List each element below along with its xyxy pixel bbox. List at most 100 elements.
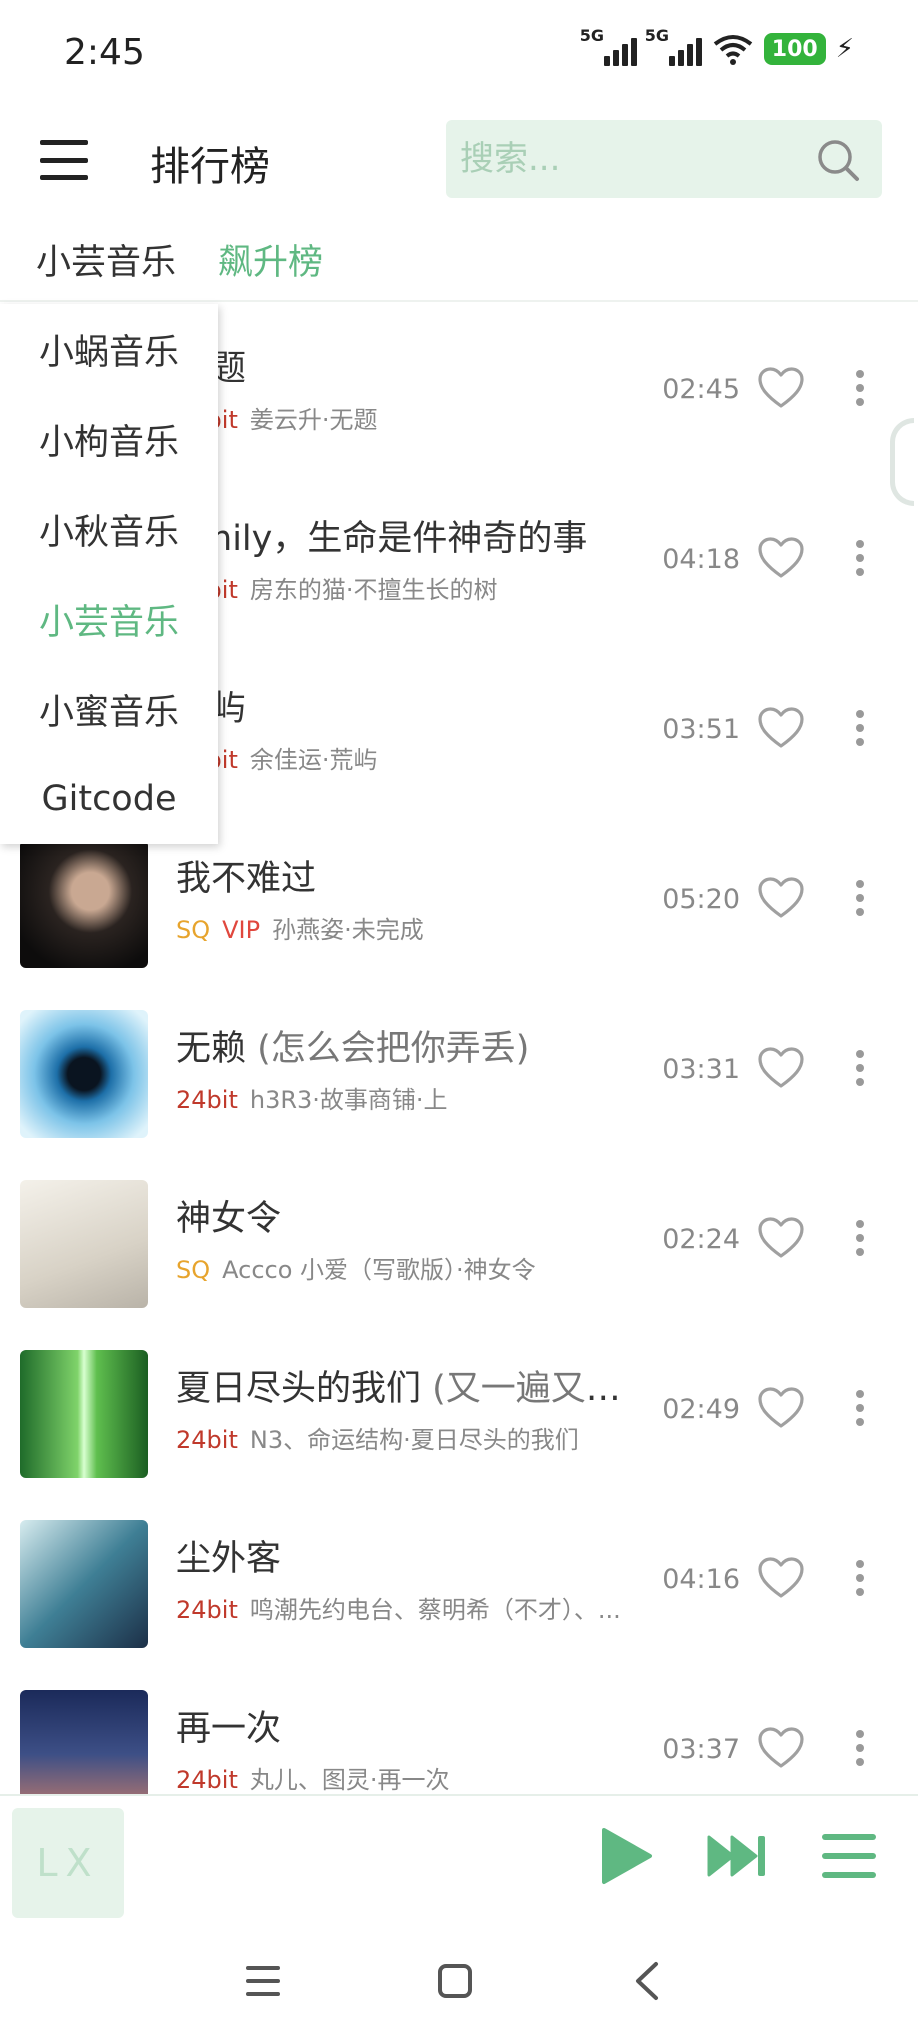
- cellular-signal-icon: 5G: [645, 26, 702, 66]
- song-meta: 24bit 丸儿、图灵·再一次: [176, 1760, 450, 1794]
- page-title: 排行榜: [150, 144, 270, 190]
- album-cover: [20, 1520, 148, 1648]
- artist-album: Accco 小爱（写歌版）·神女令: [222, 1256, 536, 1284]
- source-option[interactable]: 小蜗音乐: [0, 304, 218, 394]
- artist-album: 房东的猫·不擅生长的树: [249, 576, 498, 604]
- more-options-icon[interactable]: [854, 710, 866, 746]
- song-duration: 02:24: [662, 1224, 740, 1255]
- player-bar: LX: [0, 1794, 918, 1922]
- song-title: Emily，生命是件神奇的事: [176, 519, 588, 559]
- song-meta: SQ VIP 孙燕姿·未完成: [176, 910, 424, 945]
- song-row[interactable]: 夏日尽头的我们 (又一遍又一遍) 24bit N3、命运结构·夏日尽头的我们 02:4…: [0, 1324, 918, 1494]
- song-duration: 05:20: [662, 884, 740, 915]
- song-duration: 02:45: [662, 374, 740, 405]
- album-cover: [20, 1010, 148, 1138]
- heart-icon[interactable]: [757, 876, 805, 920]
- song-meta: 24bit h3R3·故事商铺·上: [176, 1080, 448, 1115]
- song-duration: 03:51: [662, 714, 740, 745]
- heart-icon[interactable]: [757, 1556, 805, 1600]
- more-options-icon[interactable]: [854, 540, 866, 576]
- song-title: 我不难过: [176, 859, 317, 899]
- album-cover: [20, 1350, 148, 1478]
- artist-album: 余佳运·荒屿: [249, 746, 378, 774]
- artist-album: h3R3·故事商铺·上: [249, 1086, 448, 1114]
- search-box[interactable]: [446, 120, 882, 198]
- heart-icon[interactable]: [757, 1726, 805, 1770]
- source-option[interactable]: 小枸音乐: [0, 394, 218, 484]
- song-meta: 24bit房东的猫·不擅生长的树: [176, 570, 498, 605]
- artist-album: 丸儿、图灵·再一次: [249, 1766, 450, 1794]
- playlist-icon[interactable]: [822, 1834, 876, 1878]
- more-options-icon[interactable]: [854, 1390, 866, 1426]
- status-bar: 2:45 5G 5G 100 ⚡: [0, 0, 918, 110]
- heart-icon[interactable]: [757, 1046, 805, 1090]
- song-title: 再一次: [176, 1709, 282, 1749]
- quality-badge: 24bit: [176, 1426, 238, 1454]
- home-icon[interactable]: [438, 1964, 472, 1998]
- search-icon[interactable]: [816, 138, 860, 182]
- song-duration: 02:49: [662, 1394, 740, 1425]
- back-icon[interactable]: [630, 1960, 664, 2002]
- song-title: 无赖 (怎么会把你弄丢): [176, 1029, 530, 1069]
- quality-badge: 24bit: [176, 1766, 238, 1794]
- charging-icon: ⚡: [835, 34, 854, 64]
- app-logo[interactable]: LX: [12, 1808, 124, 1918]
- song-row[interactable]: 尘外客 24bit 鸣潮先约电台、蔡明希（不才）、... 04:16: [0, 1494, 918, 1664]
- heart-icon[interactable]: [757, 366, 805, 410]
- system-nav-bar: [0, 1922, 918, 2041]
- song-meta: SQ Accco 小爱（写歌版）·神女令: [176, 1250, 536, 1285]
- song-duration: 04:16: [662, 1564, 740, 1595]
- source-option[interactable]: 小蜜音乐: [0, 664, 218, 754]
- artist-album: 孙燕姿·未完成: [272, 916, 424, 944]
- quality-badge: SQ: [176, 1256, 211, 1284]
- more-options-icon[interactable]: [854, 880, 866, 916]
- heart-icon[interactable]: [757, 706, 805, 750]
- artist-album: 鸣潮先约电台、蔡明希（不才）、...: [249, 1596, 621, 1624]
- source-dropdown: 小蜗音乐 小枸音乐 小秋音乐 小芸音乐 小蜜音乐 Gitcode: [0, 304, 218, 844]
- source-option[interactable]: 小秋音乐: [0, 484, 218, 574]
- song-row[interactable]: 神女令 SQ Accco 小爱（写歌版）·神女令 02:24: [0, 1154, 918, 1324]
- more-options-icon[interactable]: [854, 1050, 866, 1086]
- more-options-icon[interactable]: [854, 370, 866, 406]
- source-option[interactable]: 小芸音乐: [0, 574, 218, 664]
- status-time: 2:45: [64, 32, 145, 73]
- song-row[interactable]: 无赖 (怎么会把你弄丢) 24bit h3R3·故事商铺·上 03:31: [0, 984, 918, 1154]
- heart-icon[interactable]: [757, 1386, 805, 1430]
- wifi-icon: [713, 35, 753, 65]
- song-duration: 03:31: [662, 1054, 740, 1085]
- song-meta: 24bit 鸣潮先约电台、蔡明希（不才）、...: [176, 1590, 621, 1625]
- menu-icon[interactable]: [40, 140, 88, 180]
- next-icon[interactable]: [706, 1832, 768, 1880]
- heart-icon[interactable]: [757, 536, 805, 580]
- play-icon[interactable]: [596, 1826, 654, 1886]
- source-option[interactable]: Gitcode: [0, 754, 218, 844]
- scroll-handle[interactable]: [890, 418, 914, 506]
- cellular-signal-icon: 5G: [580, 26, 637, 66]
- album-cover: [20, 1690, 148, 1794]
- board-selector[interactable]: 飙升榜: [218, 234, 323, 285]
- quality-badge: SQ: [176, 916, 211, 944]
- recents-icon[interactable]: [246, 1966, 280, 1996]
- status-icons: 5G 5G 100 ⚡: [580, 26, 854, 66]
- artist-album: 姜云升·无题: [249, 406, 378, 434]
- more-options-icon[interactable]: [854, 1560, 866, 1596]
- heart-icon[interactable]: [757, 1216, 805, 1260]
- more-options-icon[interactable]: [854, 1730, 866, 1766]
- battery-icon: 100: [763, 33, 826, 65]
- quality-badge: 24bit: [176, 1596, 238, 1624]
- artist-album: N3、命运结构·夏日尽头的我们: [249, 1426, 579, 1454]
- song-title: 尘外客: [176, 1539, 282, 1579]
- album-cover: [20, 1180, 148, 1308]
- song-duration: 04:18: [662, 544, 740, 575]
- song-row[interactable]: 再一次 24bit 丸儿、图灵·再一次 03:37: [0, 1664, 918, 1794]
- song-title: 神女令: [176, 1199, 282, 1239]
- more-options-icon[interactable]: [854, 1220, 866, 1256]
- song-meta: 24bit N3、命运结构·夏日尽头的我们: [176, 1420, 579, 1455]
- source-selector[interactable]: 小芸音乐: [36, 234, 176, 285]
- search-input[interactable]: [460, 120, 790, 198]
- song-duration: 03:37: [662, 1734, 740, 1765]
- header: 排行榜: [0, 110, 918, 220]
- tabs-row: 小芸音乐 飙升榜: [0, 220, 918, 302]
- vip-badge: VIP: [222, 916, 261, 944]
- song-title: 夏日尽头的我们 (又一遍又一遍): [176, 1369, 638, 1409]
